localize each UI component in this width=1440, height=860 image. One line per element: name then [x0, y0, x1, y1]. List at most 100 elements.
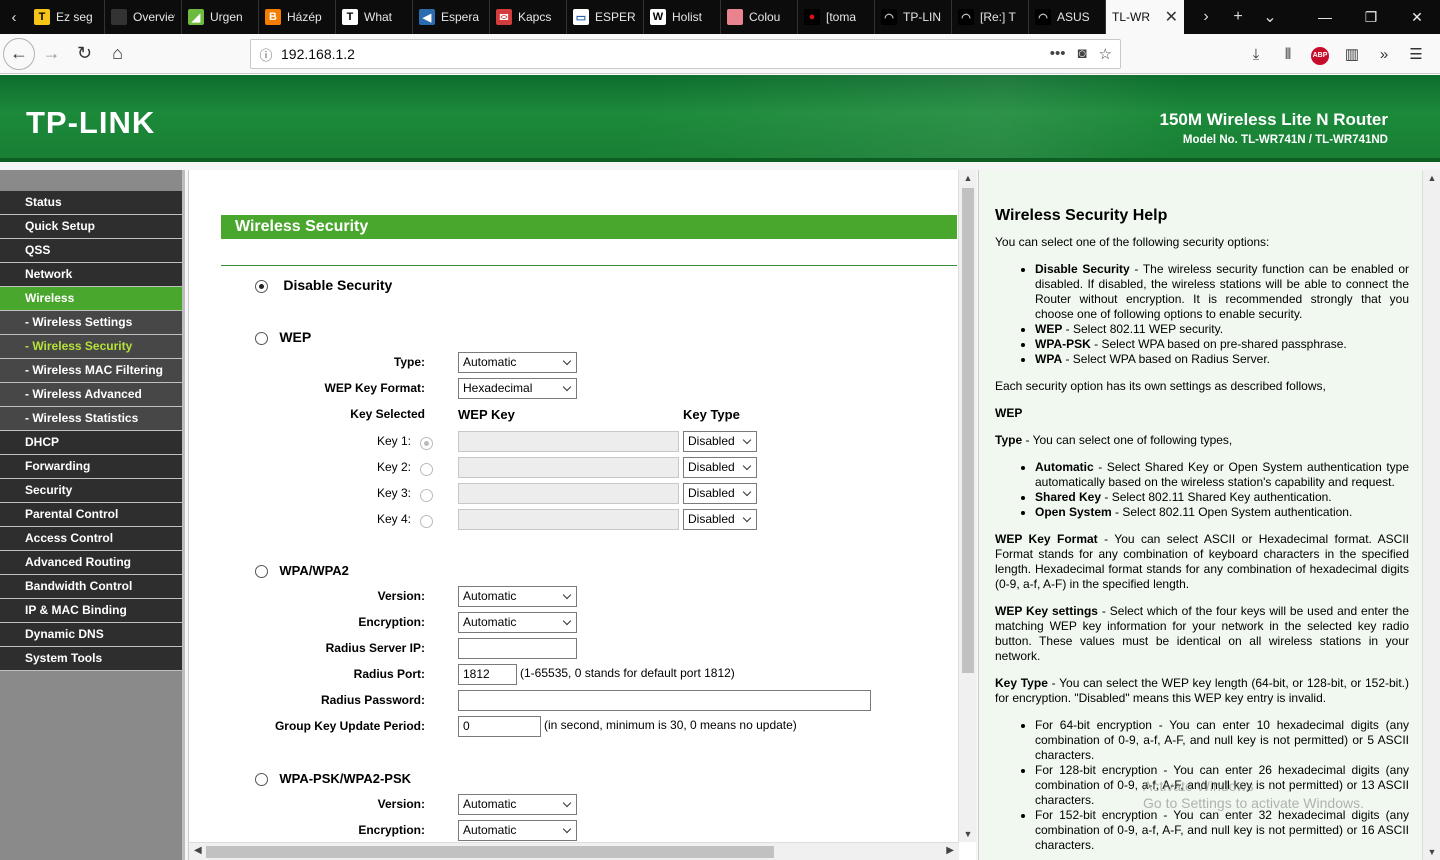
browser-tab[interactable]: T Ez seg: [28, 0, 105, 34]
browser-tab[interactable]: ● [toma: [798, 0, 875, 34]
forward-button[interactable]: →: [35, 38, 68, 70]
browser-tab[interactable]: ◀ Espera: [413, 0, 490, 34]
disable-security-option[interactable]: Disable Security: [255, 277, 392, 294]
radius-password-input[interactable]: [458, 690, 871, 711]
browser-tab[interactable]: ✉ Kapcs: [490, 0, 567, 34]
library-icon[interactable]: ⫴: [1272, 46, 1304, 63]
browser-tab[interactable]: W Holist: [644, 0, 721, 34]
browser-tab[interactable]: ◠ [Re:] T: [952, 0, 1029, 34]
window-close-icon[interactable]: ✕: [1394, 0, 1440, 34]
sidebar-item-status[interactable]: Status: [0, 191, 182, 215]
scroll-up-icon[interactable]: ▲: [959, 173, 976, 183]
scrollbar-thumb[interactable]: [962, 188, 974, 673]
wpa-option[interactable]: WPA/WPA2: [255, 563, 349, 579]
wpa-encryption-select[interactable]: Automatic: [458, 612, 577, 633]
minimize-icon[interactable]: —: [1302, 0, 1348, 34]
sidebar-item-wireless-security[interactable]: - Wireless Security: [0, 335, 182, 359]
wep-option[interactable]: WEP: [255, 329, 311, 346]
sidebar-item-parental-control[interactable]: Parental Control: [0, 503, 182, 527]
restore-icon[interactable]: ❐: [1348, 0, 1394, 34]
sidebar-item-advanced-routing[interactable]: Advanced Routing: [0, 551, 182, 575]
wep-key-4-type-select[interactable]: Disabled: [683, 509, 757, 530]
wpa-psk-version-select[interactable]: Automatic: [458, 794, 577, 815]
pocket-icon[interactable]: ◙: [1077, 45, 1086, 63]
help-scroll-up-icon[interactable]: ▲: [1423, 173, 1440, 183]
tab-list-dropdown-icon[interactable]: ⌄: [1254, 0, 1286, 34]
sidebar-item-security[interactable]: Security: [0, 479, 182, 503]
radius-port-input[interactable]: 1812: [458, 664, 517, 685]
sidebar-item-forwarding[interactable]: Forwarding: [0, 455, 182, 479]
sidebar-item-system-tools[interactable]: System Tools: [0, 647, 182, 671]
wep-type-select[interactable]: Automatic: [458, 352, 577, 373]
browser-tab[interactable]: B Házép: [259, 0, 336, 34]
hamburger-menu-icon[interactable]: ☰: [1400, 45, 1432, 63]
scroll-left-icon[interactable]: ◀: [194, 845, 202, 856]
browser-tab[interactable]: ■ Colou: [721, 0, 798, 34]
browser-tab[interactable]: T What: [336, 0, 413, 34]
reload-button[interactable]: ↻: [68, 38, 101, 70]
sidebar-item-ip-mac-binding[interactable]: IP & MAC Binding: [0, 599, 182, 623]
sidebar-item-wireless[interactable]: Wireless: [0, 287, 182, 311]
wpa-psk-encryption-select[interactable]: Automatic: [458, 820, 577, 841]
wep-key-3-radio[interactable]: [420, 489, 433, 502]
downloads-icon[interactable]: ⤓: [1240, 46, 1272, 63]
sidebar-item-quick-setup[interactable]: Quick Setup: [0, 215, 182, 239]
wep-key-2-input[interactable]: [458, 457, 679, 478]
wep-key-3-type-select[interactable]: Disabled: [683, 483, 757, 504]
page-actions-icon[interactable]: •••: [1050, 45, 1066, 63]
close-tab-icon[interactable]: ✕: [1165, 7, 1178, 27]
wpa-psk-option[interactable]: WPA-PSK/WPA2-PSK: [255, 771, 411, 787]
tab-active[interactable]: TL-WR ✕: [1106, 0, 1184, 34]
scroll-right-icon[interactable]: ▶: [946, 845, 954, 856]
browser-tab[interactable]: ◠ ASUS: [1029, 0, 1106, 34]
site-info-icon[interactable]: ⓘ: [251, 45, 281, 64]
wep-key-2-type-select[interactable]: Disabled: [683, 457, 757, 478]
wep-key-1-type-select[interactable]: Disabled: [683, 431, 757, 452]
browser-tab[interactable]: ◠ TP-LIN: [875, 0, 952, 34]
wep-key-1-radio[interactable]: [420, 437, 433, 450]
scroll-down-icon[interactable]: ▼: [959, 829, 976, 839]
sidebar-toggle-icon[interactable]: ▥: [1336, 45, 1368, 63]
radius-server-ip-input[interactable]: [458, 638, 577, 659]
adblock-icon[interactable]: ABP: [1304, 44, 1336, 65]
sidebar-item-access-control[interactable]: Access Control: [0, 527, 182, 551]
wep-radio[interactable]: [255, 332, 268, 346]
wep-key-2-radio[interactable]: [420, 463, 433, 476]
wep-key-format-select[interactable]: Hexadecimal: [458, 378, 577, 399]
wep-key-1-input[interactable]: [458, 431, 679, 452]
browser-tab[interactable]: ▭ ESPER: [567, 0, 644, 34]
back-button[interactable]: ←: [3, 37, 35, 70]
sidebar-item-wireless-advanced[interactable]: - Wireless Advanced: [0, 383, 182, 407]
sidebar-item-wireless-settings[interactable]: - Wireless Settings: [0, 311, 182, 335]
wep-key-4-input[interactable]: [458, 509, 679, 530]
url-text[interactable]: 192.168.1.2: [281, 46, 355, 62]
browser-tab[interactable]: Overview: [105, 0, 182, 34]
sidebar-item-bandwidth-control[interactable]: Bandwidth Control: [0, 575, 182, 599]
settings-vertical-scrollbar[interactable]: ▲ ▼: [958, 170, 976, 842]
hscrollbar-thumb[interactable]: [206, 846, 774, 858]
home-button[interactable]: ⌂: [101, 38, 134, 70]
wep-key-4-radio[interactable]: [420, 515, 433, 528]
sidebar-item-qss[interactable]: QSS: [0, 239, 182, 263]
wpa-radio[interactable]: [255, 565, 268, 579]
wep-key-3-input[interactable]: [458, 483, 679, 504]
sidebar-item-wireless-mac-filtering[interactable]: - Wireless MAC Filtering: [0, 359, 182, 383]
wpa-psk-radio[interactable]: [255, 773, 268, 787]
sidebar-item-network[interactable]: Network: [0, 263, 182, 287]
sidebar-item-dhcp[interactable]: DHCP: [0, 431, 182, 455]
new-tab-icon[interactable]: +: [1222, 0, 1254, 34]
disable-security-radio[interactable]: [255, 280, 268, 294]
overflow-menu-icon[interactable]: »: [1368, 46, 1400, 63]
sidebar-item-dynamic-dns[interactable]: Dynamic DNS: [0, 623, 182, 647]
url-bar[interactable]: ⓘ 192.168.1.2 ••• ◙ ☆: [250, 39, 1121, 69]
help-vertical-scrollbar[interactable]: ▲ ▼: [1422, 170, 1440, 860]
group-key-update-input[interactable]: 0: [458, 716, 541, 737]
browser-tab[interactable]: ◢ Urgen: [182, 0, 259, 34]
bookmark-star-icon[interactable]: ☆: [1099, 45, 1112, 63]
scroll-tabs-right-icon[interactable]: ›: [1190, 0, 1222, 34]
scroll-tabs-left-icon[interactable]: ‹: [0, 0, 28, 34]
help-scroll-down-icon[interactable]: ▼: [1423, 847, 1440, 857]
settings-horizontal-scrollbar[interactable]: ◀ ▶: [189, 842, 959, 860]
sidebar-item-wireless-statistics[interactable]: - Wireless Statistics: [0, 407, 182, 431]
wpa-version-select[interactable]: Automatic: [458, 586, 577, 607]
